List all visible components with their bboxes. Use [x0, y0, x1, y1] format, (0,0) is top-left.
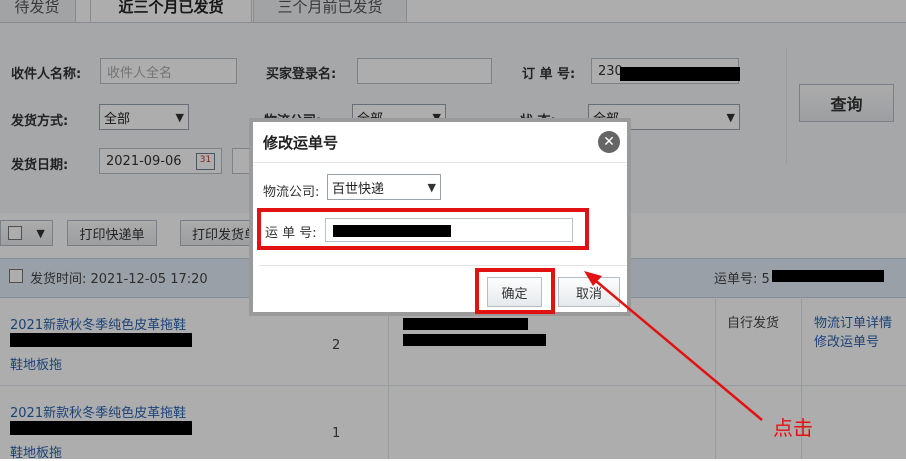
arrow-line: [589, 275, 763, 421]
annotation-arrow: [584, 271, 763, 421]
annotation-text: 点击: [773, 416, 813, 440]
